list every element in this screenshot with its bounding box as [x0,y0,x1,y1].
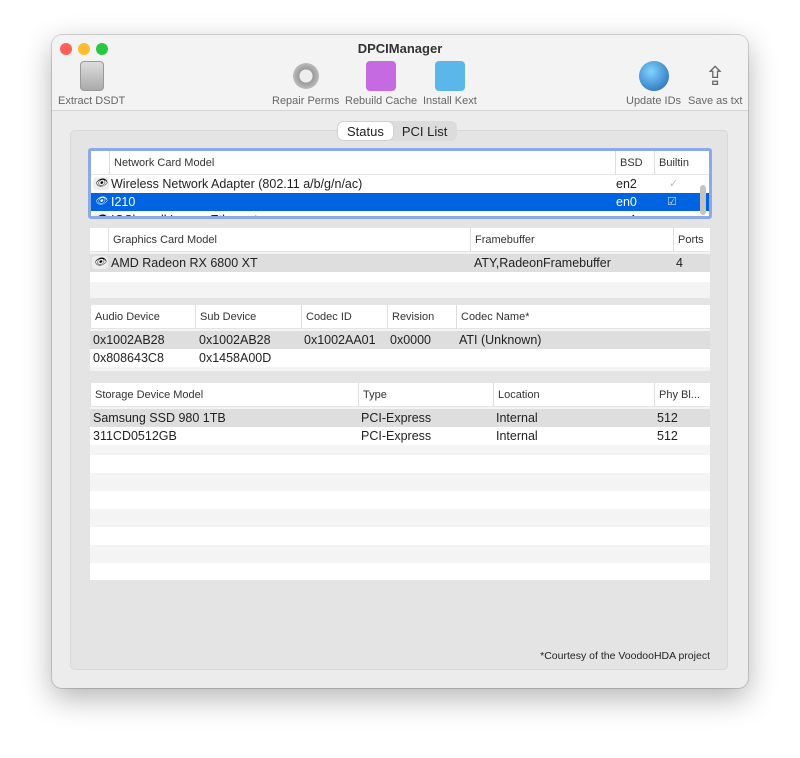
audio-table[interactable]: Audio Device Sub Device Codec ID Revision Co… [90,305,710,371]
cell: en1 [616,211,637,216]
table-row[interactable]: Samsung SSD 980 1TB PCI-Express Internal 51… [90,409,710,427]
cell: I210 [111,195,136,209]
footnote: *Courtesy of the VoodooHDA project [540,650,710,662]
cell: 0x808643C8 [93,351,164,365]
col-bsd[interactable]: BSD [615,151,643,175]
cell: Internal [496,429,538,443]
tab-pci-list[interactable]: PCI List [393,122,457,140]
cell: PCI-Express [361,429,432,443]
table-row[interactable]: 311CD0512GB PCI-Express Internal 512 [90,427,710,445]
tab-bar: Status PCI List [337,121,458,141]
col-ports[interactable]: Ports [673,228,704,252]
col-model[interactable]: Storage Device Model [90,383,203,407]
cell: 4 [676,256,683,270]
window-title: DPCIManager [357,41,443,56]
table-row[interactable]: 👁 I210 en0 ☑ [91,193,709,211]
app-window: DPCIManager Extract DSDT Repair Perms Re… [52,35,748,688]
eye-icon[interactable]: 👁 [93,177,109,190]
table-row[interactable]: 👁 AMD Radeon RX 6800 XT ATY,RadeonFramebuf… [90,254,710,272]
network-table[interactable]: Network Card Model BSD Builtin 👁 Wireless N… [88,148,712,219]
col-model[interactable]: Graphics Card Model [108,228,217,252]
save-as-txt-button[interactable]: ⇪ Save as txt [688,61,742,107]
cell: 0x1002AA01 [304,333,376,347]
cell: 0x1002AB28 [199,333,271,347]
eye-icon[interactable]: 👁 [92,256,108,269]
rebuild-cache-button[interactable]: Rebuild Cache [345,61,417,107]
cell: AMD Radeon RX 6800 XT [111,256,258,270]
col-sub-device[interactable]: Sub Device [195,305,256,329]
repair-perms-button[interactable]: Repair Perms [272,61,339,107]
tab-status[interactable]: Status [338,122,393,140]
table-row[interactable]: 0x1002AB28 0x1002AB28 0x1002AA01 0x0000 ATI … [90,331,710,349]
col-type[interactable]: Type [358,383,387,407]
eye-icon[interactable]: 👁 [93,213,109,216]
share-icon: ⇪ [704,61,727,91]
cell: 0x0000 [390,333,432,347]
blue-folder-icon [434,61,465,91]
cell: Internal [496,411,538,425]
col-codec-id[interactable]: Codec ID [301,305,352,329]
col-phy-block[interactable]: Phy Bl... [654,383,700,407]
cell: 512 [657,411,678,425]
cell: ATY,RadeonFramebuffer [474,256,611,270]
cell: en2 [616,177,637,191]
cell: IOSkywalkLegacyEthernet [111,211,258,216]
globe-icon [638,61,669,91]
eye-icon[interactable]: 👁 [93,195,109,208]
builtin-checkbox[interactable]: ✓ [669,175,678,193]
install-kext-button[interactable]: Install Kext [423,61,477,107]
cell: 0x1002AB28 [93,333,165,347]
col-builtin[interactable]: Builtin [654,151,689,175]
col-model[interactable]: Network Card Model [109,151,214,175]
gear-icon [290,61,321,91]
table-row[interactable]: 👁 Wireless Network Adapter (802.11 a/b/g/… [91,175,709,193]
cell: ATI (Unknown) [459,333,542,347]
col-audio-device[interactable]: Audio Device [90,305,160,329]
label: Install Kext [423,95,477,107]
purple-folder-icon [366,61,397,91]
cell: 512 [657,429,678,443]
builtin-checkbox[interactable]: ☑ [667,193,677,211]
col-location[interactable]: Location [493,383,540,407]
scrollbar[interactable] [700,185,706,215]
cell: 311CD0512GB [93,429,177,443]
col-revision[interactable]: Revision [387,305,434,329]
label: Extract DSDT [58,95,126,107]
cell: Samsung SSD 980 1TB [93,411,226,425]
col-framebuffer[interactable]: Framebuffer [470,228,535,252]
extract-dsdt-button[interactable]: Extract DSDT [58,61,125,107]
label: Rebuild Cache [345,95,418,107]
label: Save as txt [688,95,743,107]
table-row[interactable]: 0x808643C8 0x1458A00D [90,349,710,367]
cell: en0 [616,195,637,209]
builtin-checkbox[interactable]: ✓ [669,211,678,216]
storage-table[interactable]: Storage Device Model Type Location Phy Bl..… [90,383,710,580]
col-codec-name[interactable]: Codec Name* [456,305,529,329]
table-row[interactable]: 👁IOSkywalkLegacyEthernet en1 ✓ [91,211,709,216]
cell: PCI-Express [361,411,432,425]
graphics-table[interactable]: Graphics Card Model Framebuffer Ports 👁 AMD… [90,228,710,298]
toolbar: DPCIManager Extract DSDT Repair Perms Re… [52,35,748,111]
update-ids-button[interactable]: Update IDs [626,61,681,107]
cell: 0x1458A00D [199,351,272,365]
mac-pro-icon [79,61,104,91]
cell: Wireless Network Adapter (802.11 a/b/g/n… [111,177,363,191]
label: Repair Perms [272,95,340,107]
label: Update IDs [626,95,682,107]
